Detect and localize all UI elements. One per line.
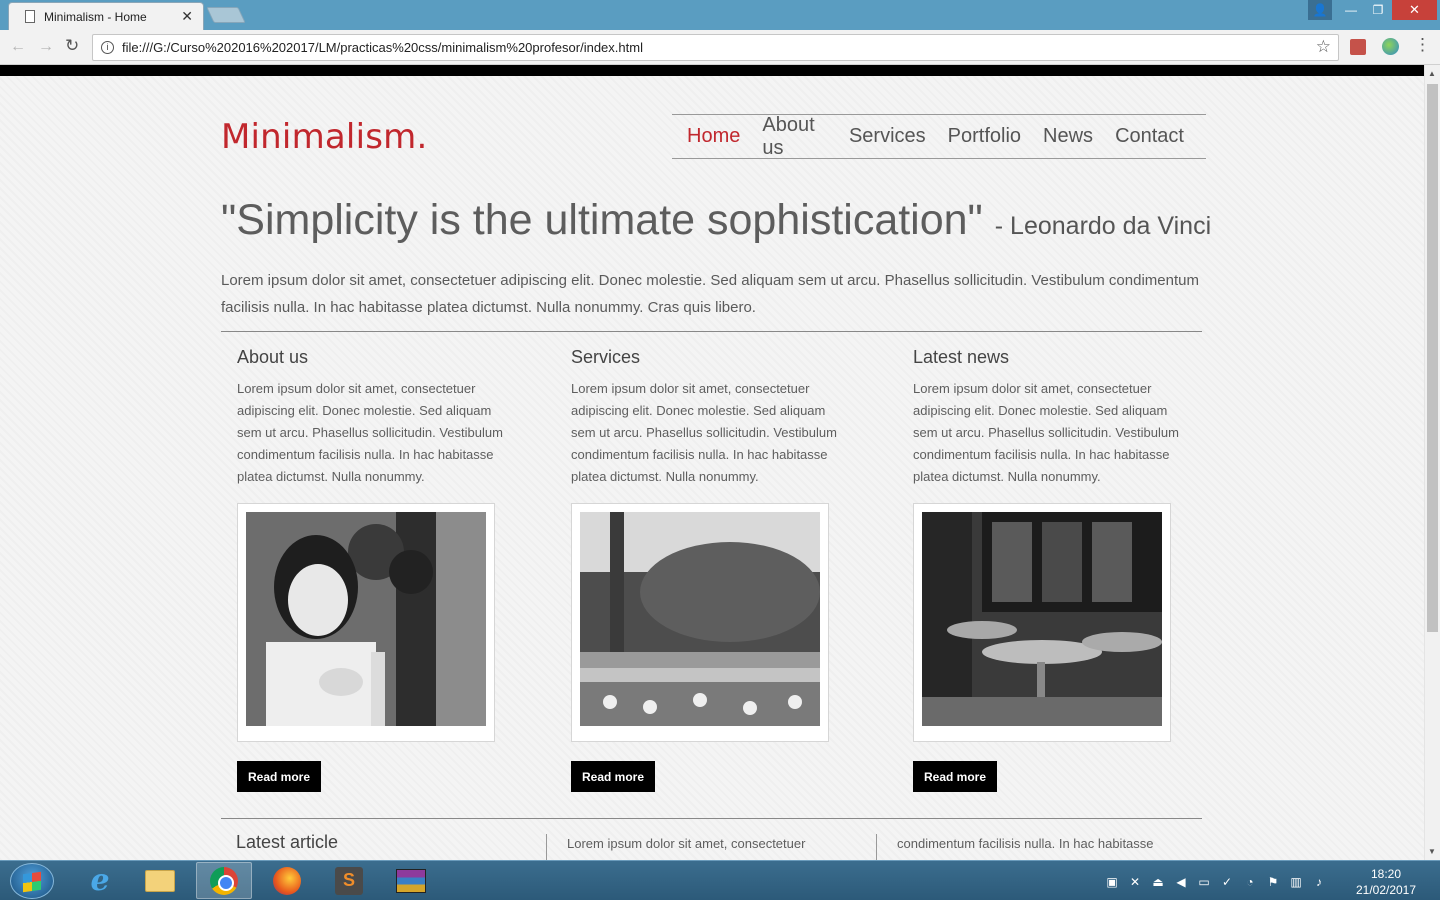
- bookmark-star-icon[interactable]: ☆: [1316, 37, 1331, 57]
- browser-titlebar: Minimalism - Home ✕ 👤 — ❐ ✕: [0, 0, 1440, 30]
- main-navigation: Home About us Services Portfolio News Co…: [672, 114, 1206, 159]
- tray-pdf-icon[interactable]: ✕: [1127, 874, 1143, 889]
- column-title: Latest news: [913, 347, 1010, 367]
- clock-time: 18:20: [1370, 867, 1402, 881]
- profile-icon[interactable]: 👤: [1308, 0, 1332, 20]
- back-icon[interactable]: ←: [10, 38, 26, 56]
- column-divider: [876, 834, 877, 860]
- column-latest-news: Latest news Lorem ipsum dolor sit amet, …: [913, 347, 1193, 792]
- column-divider: [546, 834, 547, 860]
- tab-title: Minimalism - Home: [44, 9, 147, 24]
- scroll-down-icon[interactable]: ▼: [1428, 847, 1436, 856]
- forward-icon[interactable]: →: [38, 38, 54, 56]
- column-text: Lorem ipsum dolor sit amet, consectetuer…: [571, 381, 837, 484]
- quote-text: "Simplicity is the ultimate sophisticati…: [221, 196, 983, 244]
- cafe-photo: [922, 512, 1162, 726]
- new-tab-button[interactable]: [206, 7, 246, 23]
- taskbar-file-explorer[interactable]: [132, 862, 188, 899]
- windows-taskbar: e S ▣ ✕ ⏏ ◀ ▭ ✓ ◔ ⚑ ▥ ♪ 18:20 21/02/2017: [0, 860, 1440, 900]
- tray-speaker-icon[interactable]: ◀: [1173, 874, 1189, 889]
- photo-frame: [237, 503, 495, 742]
- taskbar-sublime-text[interactable]: S: [321, 862, 377, 899]
- page-viewport: Minimalism. Home About us Services Portf…: [0, 65, 1424, 860]
- read-more-button[interactable]: Read more: [571, 761, 655, 792]
- restore-button[interactable]: ❐: [1364, 0, 1392, 20]
- nav-news[interactable]: News: [1043, 125, 1093, 148]
- browser-toolbar: ← → ↻ i file:///G:/Curso%202016%202017/L…: [0, 30, 1440, 65]
- photo-frame: [571, 503, 829, 742]
- info-icon[interactable]: i: [101, 41, 114, 54]
- address-bar[interactable]: i file:///G:/Curso%202016%202017/LM/prac…: [92, 34, 1339, 61]
- vertical-scrollbar[interactable]: ▲ ▼: [1424, 65, 1440, 860]
- portrait-photo: [246, 512, 486, 726]
- scroll-up-icon[interactable]: ▲: [1428, 69, 1436, 78]
- chrome-icon: [210, 866, 238, 895]
- page-top-bar: [0, 65, 1424, 76]
- reload-icon[interactable]: ↻: [65, 36, 79, 56]
- nav-about-us[interactable]: About us: [762, 114, 827, 160]
- hero-quote: "Simplicity is the ultimate sophisticati…: [221, 196, 1211, 245]
- taskbar-chrome[interactable]: [196, 862, 252, 899]
- tray-shield-icon[interactable]: ✓: [1219, 874, 1235, 889]
- latest-article-title: Latest article: [236, 832, 339, 852]
- column-text: Lorem ipsum dolor sit amet, consectetuer…: [237, 381, 503, 484]
- tray-sync-icon[interactable]: ◔: [1242, 874, 1258, 889]
- taskbar-winrar[interactable]: [383, 862, 439, 899]
- taskbar-clock[interactable]: 18:20 21/02/2017: [1348, 866, 1424, 898]
- column-title: Services: [571, 347, 641, 367]
- browser-tab-active[interactable]: Minimalism - Home ✕: [8, 2, 204, 30]
- clock-date: 21/02/2017: [1355, 883, 1417, 897]
- start-button[interactable]: [10, 863, 54, 899]
- latest-article-text: condimentum facilisis nulla. In hac habi…: [897, 836, 1154, 851]
- divider: [221, 818, 1202, 819]
- quote-author: - Leonardo da Vinci: [994, 212, 1212, 240]
- nav-services[interactable]: Services: [849, 125, 926, 148]
- read-more-button[interactable]: Read more: [913, 761, 997, 792]
- column-text: Lorem ipsum dolor sit amet, consectetuer…: [913, 381, 1179, 484]
- close-window-button[interactable]: ✕: [1392, 0, 1437, 20]
- tray-network-icon[interactable]: ▥: [1288, 874, 1304, 889]
- document-icon: [25, 10, 35, 23]
- minimize-button[interactable]: —: [1338, 0, 1364, 20]
- tab-close-icon[interactable]: ✕: [181, 8, 193, 25]
- park-photo: [580, 512, 820, 726]
- taskbar-firefox[interactable]: [259, 862, 315, 899]
- column-title: About us: [237, 347, 309, 367]
- tray-volume-icon[interactable]: ♪: [1311, 874, 1327, 889]
- latest-article-text: Lorem ipsum dolor sit amet, consectetuer: [567, 836, 806, 851]
- pdf-extension-icon[interactable]: [1350, 39, 1366, 55]
- nav-home[interactable]: Home: [687, 125, 740, 148]
- globe-extension-icon[interactable]: [1382, 38, 1399, 55]
- divider: [221, 331, 1202, 332]
- windows-logo-icon: [23, 871, 41, 893]
- winrar-icon: [396, 868, 426, 893]
- system-tray: ▣ ✕ ⏏ ◀ ▭ ✓ ◔ ⚑ ▥ ♪: [1104, 874, 1327, 889]
- photo-frame: [913, 503, 1171, 742]
- chrome-menu-icon[interactable]: ⋮: [1414, 36, 1431, 53]
- scrollbar-thumb[interactable]: [1427, 84, 1438, 632]
- nav-contact[interactable]: Contact: [1115, 125, 1184, 148]
- tray-app-icon[interactable]: ▣: [1104, 874, 1120, 889]
- column-services: Services Lorem ipsum dolor sit amet, con…: [571, 347, 851, 792]
- tray-flag-icon[interactable]: ⚑: [1265, 874, 1281, 889]
- folder-icon: [145, 869, 175, 892]
- intro-paragraph: Lorem ipsum dolor sit amet, consectetuer…: [221, 272, 1199, 316]
- read-more-button[interactable]: Read more: [237, 761, 321, 792]
- tray-monitor-icon[interactable]: ▭: [1196, 874, 1212, 889]
- nav-portfolio[interactable]: Portfolio: [948, 125, 1021, 148]
- taskbar-internet-explorer[interactable]: e: [72, 862, 128, 899]
- column-about-us: About us Lorem ipsum dolor sit amet, con…: [237, 347, 517, 792]
- tray-usb-icon[interactable]: ⏏: [1150, 874, 1166, 889]
- url-text: file:///G:/Curso%202016%202017/LM/practi…: [122, 40, 643, 55]
- firefox-icon: [273, 866, 301, 895]
- site-logo[interactable]: Minimalism.: [221, 117, 427, 157]
- internet-explorer-icon: e: [90, 863, 110, 898]
- sublime-text-icon: S: [335, 866, 363, 895]
